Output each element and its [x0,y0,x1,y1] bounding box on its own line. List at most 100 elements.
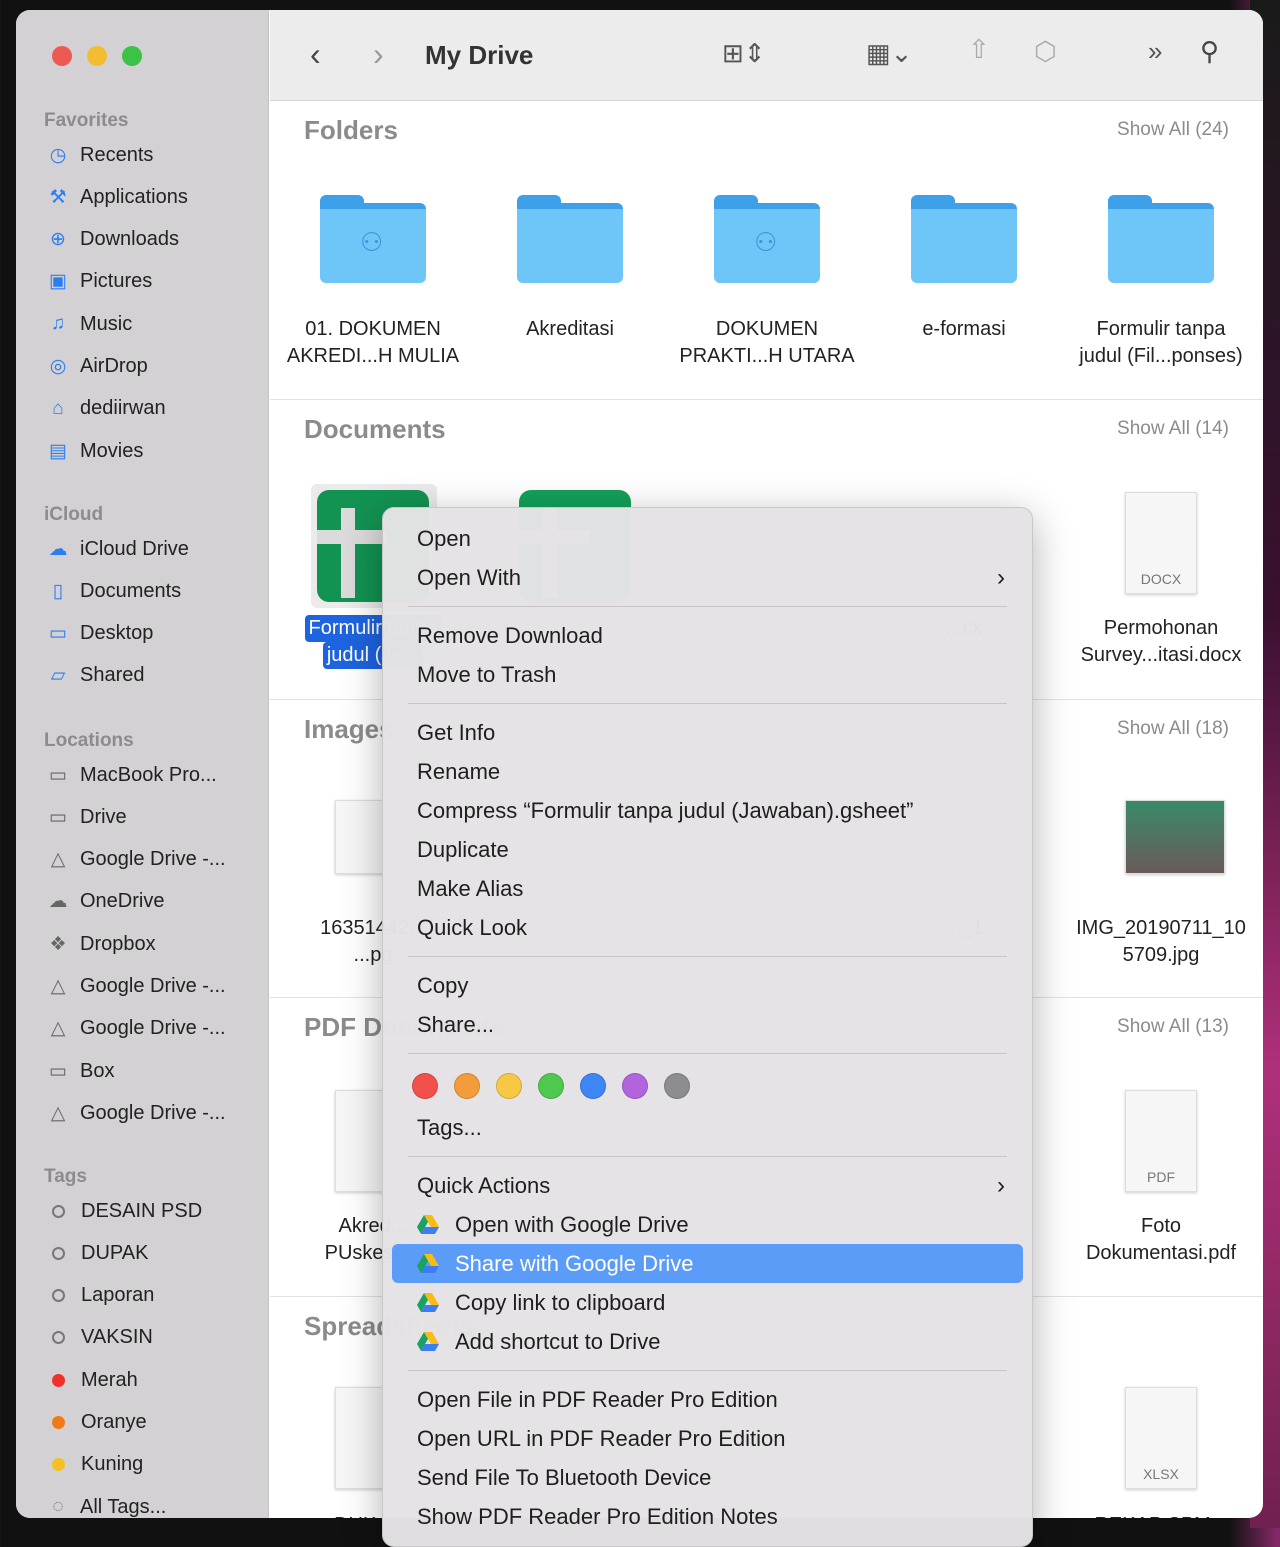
document-icon: ▯ [52,580,64,602]
menu-item-tags[interactable]: Tags... [392,1108,1023,1147]
sidebar-item[interactable]: ▣ Pictures [46,267,152,297]
tag-color-button[interactable] [412,1073,438,1099]
file-thumbnail[interactable]: DOCX [1125,492,1197,594]
show-all-link[interactable]: Show All (13) [1117,1016,1229,1038]
sidebar-item[interactable]: DUPAK [46,1238,148,1268]
sidebar-item[interactable]: ♫ Music [46,309,132,339]
sidebar-item[interactable]: ◌ All Tags... [46,1492,166,1518]
menu-item[interactable]: Get Info [392,713,1023,752]
file-label[interactable]: DOKUMEN PRAKTI...H UTARA [669,316,865,370]
google-drive-icon [417,1285,441,1324]
menu-item[interactable]: Share with Google Drive [392,1244,1023,1283]
file-label[interactable]: IMG_20190711_10 5709.jpg [1063,915,1259,969]
sidebar-item[interactable]: ☁ OneDrive [46,887,165,917]
sidebar-item[interactable]: VAKSIN [46,1323,153,1353]
sidebar-item-label: AirDrop [80,355,148,377]
sidebar-item[interactable]: DESAIN PSD [46,1196,202,1226]
tag-color-button[interactable] [538,1073,564,1099]
share-icon[interactable]: ⇧ [968,34,990,65]
menu-item[interactable]: Move to Trash [392,655,1023,694]
menu-item[interactable]: Open with Google Drive [392,1205,1023,1244]
sidebar-item[interactable]: ⌂ dediirwan [46,394,165,424]
sidebar-item[interactable]: ⊕ Downloads [46,225,179,255]
file-label[interactable]: Akreditasi [472,316,668,343]
menu-item[interactable]: Open With › [392,558,1023,597]
sidebar-item[interactable]: ◎ AirDrop [46,352,148,382]
file-label[interactable]: REKAP SPM... [1063,1512,1259,1518]
menu-item[interactable]: Share... [392,1005,1023,1044]
menu-item[interactable]: Quick Look [392,908,1023,947]
file-thumbnail[interactable] [1125,800,1225,874]
menu-item[interactable]: Duplicate [392,830,1023,869]
tag-color-button[interactable] [622,1073,648,1099]
close-button[interactable] [52,46,72,66]
tag-color-button[interactable] [496,1073,522,1099]
menu-item[interactable]: Open URL in PDF Reader Pro Edition [392,1419,1023,1458]
file-label[interactable]: Foto Dokumentasi.pdf [1063,1213,1259,1267]
file-label-line: IMG_20190711_10 [1076,917,1246,939]
sidebar-item[interactable]: Oranye [46,1408,147,1438]
sidebar-item[interactable]: ▱ Shared [46,661,145,691]
tag-color-button[interactable] [580,1073,606,1099]
sidebar-item[interactable]: ⚒ Applications [46,182,187,212]
sidebar-item[interactable]: ▭ MacBook Pro... [46,760,217,790]
menu-item[interactable]: Make Alias [392,869,1023,908]
sidebar-item[interactable]: △ Google Drive -... [46,845,226,875]
tag-color-button[interactable] [664,1073,690,1099]
sidebar-item[interactable]: Laporan [46,1281,154,1311]
sidebar-item[interactable]: △ Google Drive -... [46,1014,226,1044]
toolbar: ‹ › My Drive ⊞⇕ ▦⌄ ⇧ ⬡ » ⚲ [270,10,1263,101]
file-thumbnail[interactable]: XLSX [1125,1387,1197,1489]
more-toolbar-button[interactable]: » [1148,36,1162,67]
folder-icon[interactable]: ⚇ [714,195,820,283]
folder-icon[interactable] [1108,195,1214,283]
menu-item[interactable]: Show PDF Reader Pro Edition Notes [392,1497,1023,1536]
file-label[interactable]: 01. DOKUMEN AKREDI...H MULIA [275,316,471,370]
sidebar-item[interactable]: ◷ Recents [46,140,154,170]
menu-item[interactable]: Copy link to clipboard [392,1283,1023,1322]
sidebar-item[interactable]: ▤ Movies [46,436,143,466]
file-label[interactable]: Formulir tanpa judul (Fil...ponses) [1063,316,1259,370]
menu-separator [408,1156,1007,1157]
forward-button[interactable]: › [373,36,384,73]
menu-item-label: Open with Google Drive [455,1212,689,1237]
menu-item[interactable]: Open [392,519,1023,558]
file-thumbnail[interactable]: PDF [1125,1090,1197,1192]
folder-icon[interactable]: ⚇ [320,195,426,283]
sidebar-item[interactable]: △ Google Drive -... [46,972,226,1002]
menu-item-label: Remove Download [417,623,603,648]
folder-icon[interactable] [911,195,1017,283]
file-label-line: judul (Fil...ponses) [1079,345,1243,367]
sidebar-item[interactable]: Merah [46,1365,138,1395]
file-label[interactable]: Permohonan Survey...itasi.docx [1063,615,1259,669]
show-all-link[interactable]: Show All (14) [1117,418,1229,440]
file-label[interactable]: e-formasi [866,316,1062,343]
menu-item[interactable]: Send File To Bluetooth Device [392,1458,1023,1497]
sidebar-item[interactable]: ▭ Box [46,1056,114,1086]
sidebar-item[interactable]: ❖ Dropbox [46,929,155,959]
folder-icon[interactable] [517,195,623,283]
show-all-link[interactable]: Show All (18) [1117,718,1229,740]
back-button[interactable]: ‹ [310,36,321,73]
zoom-button[interactable] [122,46,142,66]
sidebar-item[interactable]: ☁ iCloud Drive [46,534,189,564]
sidebar-item[interactable]: Kuning [46,1450,143,1480]
tag-icon[interactable]: ⬡ [1034,36,1057,67]
menu-item[interactable]: Open File in PDF Reader Pro Edition [392,1380,1023,1419]
sidebar-item[interactable]: ▭ Drive [46,802,127,832]
menu-item[interactable]: Quick Actions › [392,1166,1023,1205]
group-by-button[interactable]: ▦⌄ [866,38,912,69]
icon-view-button[interactable]: ⊞⇕ [722,38,766,69]
sidebar-item[interactable]: ▯ Documents [46,576,181,606]
minimize-button[interactable] [87,46,107,66]
search-icon[interactable]: ⚲ [1200,36,1219,67]
tag-color-button[interactable] [454,1073,480,1099]
menu-item[interactable]: Remove Download [392,616,1023,655]
show-all-link[interactable]: Show All (24) [1117,119,1229,141]
sidebar-item[interactable]: △ Google Drive -... [46,1098,226,1128]
menu-item[interactable]: Copy [392,966,1023,1005]
menu-item[interactable]: Add shortcut to Drive [392,1322,1023,1361]
menu-item[interactable]: Compress “Formulir tanpa judul (Jawaban)… [392,791,1023,830]
menu-item[interactable]: Rename [392,752,1023,791]
sidebar-item[interactable]: ▭ Desktop [46,619,153,649]
